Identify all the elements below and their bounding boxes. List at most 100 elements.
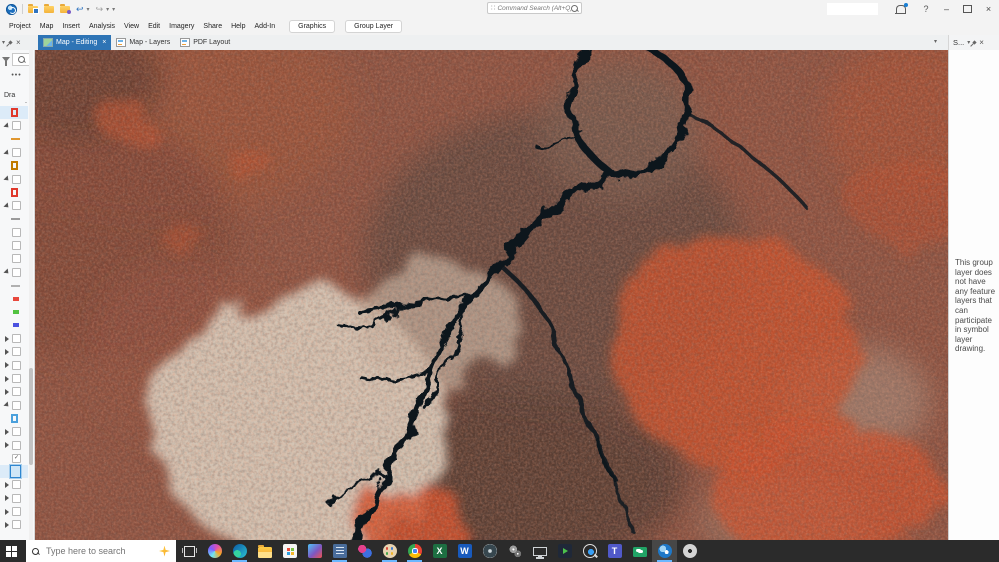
layer-visibility-checkbox[interactable]	[12, 174, 21, 184]
expand-closed-icon[interactable]	[5, 508, 9, 515]
layer-visibility-checkbox[interactable]	[12, 480, 21, 490]
layer-row[interactable]	[0, 146, 28, 159]
layer-row[interactable]	[0, 266, 28, 279]
chevron-down-icon[interactable]: ▾	[2, 39, 5, 46]
taskbar-app-gears[interactable]	[502, 540, 527, 562]
layer-visibility-checkbox[interactable]	[12, 400, 21, 410]
expand-closed-icon[interactable]	[5, 335, 9, 342]
layer-visibility-checkbox[interactable]	[12, 360, 21, 370]
expand-closed-icon[interactable]	[5, 481, 9, 488]
save-project-icon[interactable]	[28, 3, 39, 14]
taskbar-app-media-player[interactable]	[552, 540, 577, 562]
expand-open-icon[interactable]	[3, 202, 11, 210]
layer-visibility-checkbox[interactable]	[12, 347, 21, 357]
view-tab-pdf-layout[interactable]: PDF Layout	[175, 35, 235, 50]
command-search-input[interactable]	[497, 4, 571, 12]
layer-visibility-checkbox[interactable]	[12, 387, 21, 397]
view-tab-map-editing[interactable]: Map - Editing ×	[38, 35, 112, 50]
contextual-tab-group-layer[interactable]: Group Layer	[345, 20, 403, 33]
layer-row[interactable]	[0, 478, 28, 491]
taskbar-app-excel[interactable]: X	[427, 540, 452, 562]
layer-row[interactable]	[0, 159, 28, 172]
layer-visibility-checkbox[interactable]	[12, 493, 21, 503]
taskbar-app-store[interactable]	[277, 540, 302, 562]
taskbar-app-file-explorer[interactable]	[252, 540, 277, 562]
ribbon-tab-help[interactable]: Help	[231, 23, 245, 30]
close-icon[interactable]: ×	[102, 39, 106, 46]
view-tab-map-layers[interactable]: Map - Layers	[111, 35, 175, 50]
expand-open-icon[interactable]	[3, 175, 11, 183]
maximize-button[interactable]	[957, 0, 978, 18]
layer-visibility-checkbox[interactable]	[12, 121, 21, 131]
expand-closed-icon[interactable]	[5, 388, 9, 395]
layer-row[interactable]	[0, 239, 28, 252]
layer-visibility-checkbox[interactable]	[12, 254, 21, 264]
layer-visibility-checkbox[interactable]	[12, 334, 21, 344]
layer-row[interactable]	[0, 385, 28, 398]
layer-row[interactable]	[0, 438, 28, 451]
layer-row[interactable]	[0, 279, 28, 292]
layer-row[interactable]	[0, 252, 28, 265]
expand-open-icon[interactable]	[3, 122, 11, 130]
taskbar-app-notebook[interactable]	[327, 540, 352, 562]
layer-row[interactable]	[0, 518, 28, 531]
taskbar-app-photos[interactable]	[302, 540, 327, 562]
contents-scrollbar[interactable]	[29, 50, 33, 540]
ribbon-tab-edit[interactable]: Edit	[148, 23, 160, 30]
new-project-icon[interactable]	[60, 3, 71, 14]
undo-dropdown-icon[interactable]: ▾	[87, 6, 90, 13]
taskbar-app-arcgis-pro[interactable]	[652, 540, 677, 562]
ribbon-tab-view[interactable]: View	[124, 23, 139, 30]
layer-row[interactable]	[0, 505, 28, 518]
layer-visibility-checkbox[interactable]	[12, 267, 21, 277]
layer-visibility-checkbox[interactable]	[12, 427, 21, 437]
layer-row[interactable]	[0, 425, 28, 438]
layer-visibility-checkbox[interactable]	[12, 148, 21, 158]
taskbar-search-input[interactable]	[44, 545, 154, 557]
raster-layer-symbol[interactable]	[10, 465, 21, 479]
pin-icon[interactable]	[972, 40, 977, 45]
layer-row[interactable]	[0, 319, 28, 332]
layer-row[interactable]	[0, 372, 28, 385]
ribbon-tab-imagery[interactable]: Imagery	[169, 23, 194, 30]
expand-closed-icon[interactable]	[5, 428, 9, 435]
taskbar-app-screen-share[interactable]	[627, 540, 652, 562]
taskbar-app-word[interactable]: W	[452, 540, 477, 562]
filter-icon[interactable]	[2, 57, 10, 66]
layer-row[interactable]	[0, 359, 28, 372]
chevron-down-icon[interactable]: ▾	[934, 38, 937, 45]
layer-visibility-checkbox[interactable]	[12, 374, 21, 384]
expand-closed-icon[interactable]	[5, 521, 9, 528]
expand-open-icon[interactable]	[3, 401, 11, 409]
layer-visibility-checkbox[interactable]	[12, 507, 21, 517]
notifications-bell-icon[interactable]	[895, 3, 908, 14]
taskbar-app-teams[interactable]: T	[602, 540, 627, 562]
layer-visibility-checkbox-checked[interactable]: ✓	[12, 453, 21, 463]
close-icon[interactable]: ×	[979, 38, 984, 47]
layer-row[interactable]	[0, 332, 28, 345]
close-button[interactable]: ×	[978, 0, 999, 18]
expand-closed-icon[interactable]	[5, 375, 9, 382]
layer-row[interactable]	[0, 199, 28, 212]
taskbar-app-paint-3d[interactable]	[352, 540, 377, 562]
taskbar-app-chrome[interactable]	[402, 540, 427, 562]
layer-visibility-checkbox[interactable]	[12, 440, 21, 450]
taskbar-app-edge[interactable]	[227, 540, 252, 562]
close-icon[interactable]: ×	[16, 38, 21, 47]
layer-row[interactable]	[0, 212, 28, 225]
layer-visibility-checkbox[interactable]	[12, 227, 21, 237]
taskbar-search[interactable]	[26, 540, 176, 562]
expand-open-icon[interactable]	[3, 148, 11, 157]
ribbon-tab-map[interactable]: Map	[40, 23, 54, 30]
customize-qat-icon[interactable]: ▾	[112, 6, 115, 13]
task-view-button[interactable]	[176, 540, 202, 562]
layer-row[interactable]	[0, 186, 28, 199]
layer-row[interactable]	[0, 465, 28, 479]
layer-row[interactable]	[0, 226, 28, 239]
layer-row[interactable]	[0, 399, 28, 412]
layer-row[interactable]: ✓	[0, 452, 28, 465]
taskbar-app-search-lens[interactable]	[577, 540, 602, 562]
expand-open-icon[interactable]	[3, 268, 11, 276]
expand-closed-icon[interactable]	[5, 362, 9, 369]
command-search[interactable]: ∷	[487, 2, 582, 14]
